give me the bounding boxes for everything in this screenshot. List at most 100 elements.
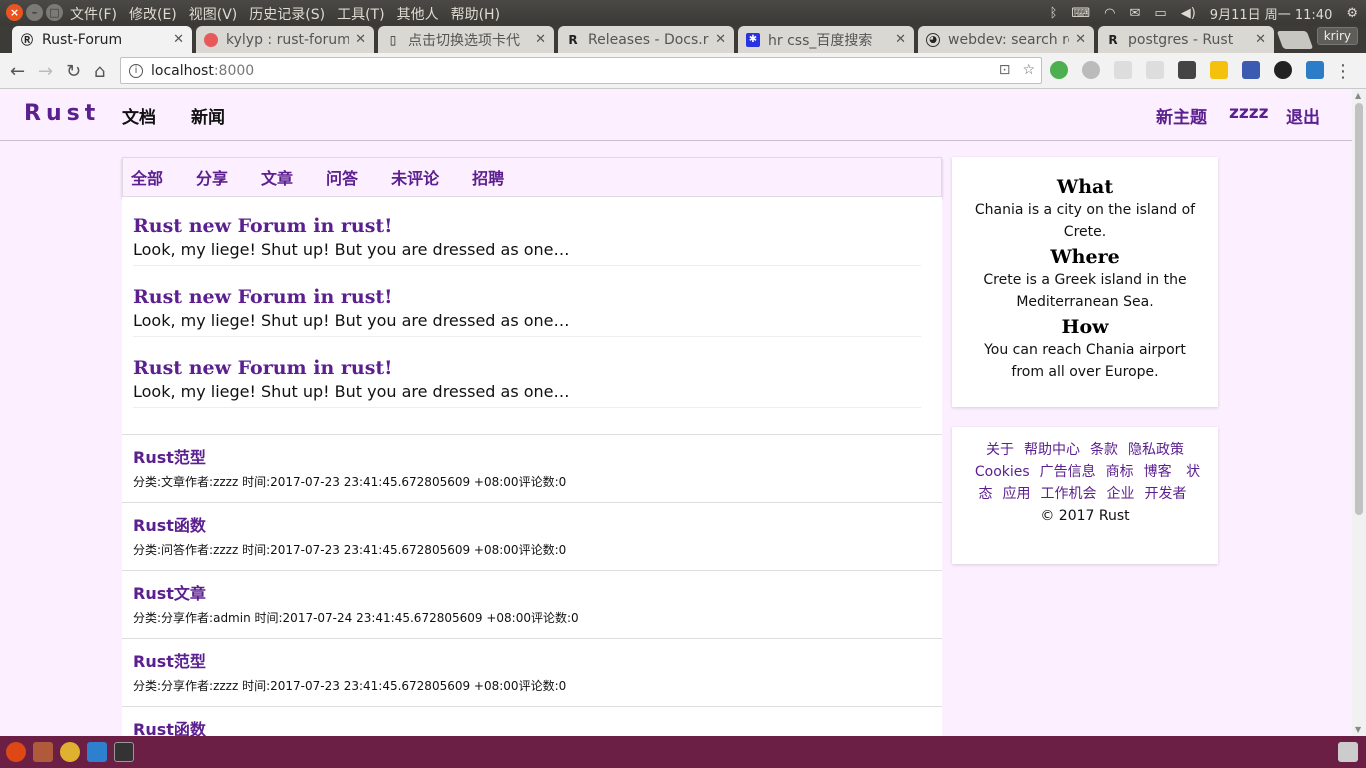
- extension-icon[interactable]: [1306, 61, 1324, 79]
- trash-icon[interactable]: [1338, 742, 1358, 762]
- rust-logo-icon: R: [568, 32, 578, 47]
- close-icon[interactable]: ✕: [173, 32, 184, 47]
- tab-switch-tabs[interactable]: ▯ 点击切换选项卡代 ✕: [378, 26, 554, 53]
- footer-link-blog[interactable]: 博客: [1144, 464, 1172, 480]
- close-icon[interactable]: ✕: [895, 32, 906, 47]
- featured-title[interactable]: Rust new Forum in rust!: [133, 355, 921, 381]
- ubuntu-logo-icon[interactable]: [6, 742, 26, 762]
- logout-link[interactable]: 退出: [1286, 103, 1320, 128]
- post-meta: 分类:分享作者:zzzz 时间:2017-07-23 23:41:45.6728…: [133, 679, 567, 693]
- chrome-icon[interactable]: [60, 742, 80, 762]
- tab-title: Releases - Docs.rs: [588, 31, 710, 48]
- files-icon[interactable]: [33, 742, 53, 762]
- tab-uncommented[interactable]: 未评论: [391, 165, 439, 189]
- new-tab-button[interactable]: [1276, 31, 1314, 49]
- footer-link-privacy[interactable]: 隐私政策: [1128, 442, 1184, 458]
- page-scrollbar[interactable]: ▲ ▼: [1352, 89, 1366, 736]
- scroll-down-icon[interactable]: ▼: [1355, 725, 1361, 734]
- post-title[interactable]: Rust范型: [133, 447, 931, 469]
- menu-file[interactable]: 文件(F): [70, 4, 117, 24]
- menu-edit[interactable]: 修改(E): [129, 4, 177, 24]
- close-icon[interactable]: ✕: [715, 32, 726, 47]
- tab-rust-forum[interactable]: Ⓡ Rust-Forum ✕: [12, 26, 192, 53]
- vscode-icon[interactable]: [87, 742, 107, 762]
- menu-view[interactable]: 视图(V): [189, 4, 238, 24]
- post-title[interactable]: Rust函数: [133, 719, 931, 736]
- terminal-icon[interactable]: [114, 742, 134, 762]
- gear-icon[interactable]: ⚙: [1346, 6, 1358, 21]
- reload-icon[interactable]: ↻: [66, 61, 81, 82]
- site-brand[interactable]: Rust: [24, 101, 100, 126]
- tab-kylyp[interactable]: kylyp : rust-forum ✕: [196, 26, 374, 53]
- menu-people[interactable]: 其他人: [397, 4, 439, 24]
- footer-link-help[interactable]: 帮助中心: [1024, 442, 1080, 458]
- profile-button[interactable]: kriry: [1316, 27, 1358, 45]
- tab-baidu[interactable]: ✱ hr css_百度搜索 ✕: [738, 26, 914, 53]
- mail-icon[interactable]: ✉: [1130, 6, 1141, 21]
- nav-news[interactable]: 新闻: [191, 103, 225, 128]
- footer-link-cookies[interactable]: Cookies: [975, 464, 1030, 480]
- footer-link-business[interactable]: 企业: [1107, 486, 1135, 502]
- keyboard-icon[interactable]: ⌨: [1071, 6, 1090, 21]
- translate-icon[interactable]: ⊡: [999, 62, 1011, 78]
- wifi-icon[interactable]: ◠: [1104, 6, 1115, 21]
- scrollbar-thumb[interactable]: [1355, 103, 1363, 515]
- footer-link-jobs[interactable]: 工作机会: [1041, 486, 1097, 502]
- more-menu-icon[interactable]: ⋮: [1334, 61, 1352, 82]
- extension-icon[interactable]: [1274, 61, 1292, 79]
- post-title[interactable]: Rust文章: [133, 583, 931, 605]
- featured-title[interactable]: Rust new Forum in rust!: [133, 284, 921, 310]
- extension-icon[interactable]: [1178, 61, 1196, 79]
- post-title[interactable]: Rust函数: [133, 515, 931, 537]
- forward-arrow-icon[interactable]: →: [38, 61, 53, 82]
- nav-docs[interactable]: 文档: [122, 103, 156, 128]
- tab-article[interactable]: 文章: [261, 165, 293, 189]
- close-icon[interactable]: ✕: [535, 32, 546, 47]
- tab-docs-rs[interactable]: R Releases - Docs.rs ✕: [558, 26, 734, 53]
- post-item: Rust函数 分类:问答作者:zzzz 时间:2017-07-23 23:41:…: [122, 503, 942, 571]
- tab-all[interactable]: 全部: [131, 165, 163, 189]
- footer-link-apps[interactable]: 应用: [1003, 486, 1031, 502]
- star-icon[interactable]: ☆: [1022, 62, 1035, 78]
- post-title[interactable]: Rust范型: [133, 651, 931, 673]
- footer-link-developers[interactable]: 开发者: [1145, 486, 1187, 502]
- close-window-button[interactable]: ×: [6, 4, 23, 21]
- info-icon[interactable]: i: [129, 63, 143, 78]
- footer-link-ads[interactable]: 广告信息: [1040, 464, 1096, 480]
- menu-history[interactable]: 历史记录(S): [249, 4, 325, 24]
- extension-icon[interactable]: [1146, 61, 1164, 79]
- browser-toolbar: ← → ↻ ⌂ i localhost:8000 ⊡ ☆ ⋮: [0, 53, 1366, 89]
- menu-help[interactable]: 帮助(H): [451, 4, 500, 24]
- tab-share[interactable]: 分享: [196, 165, 228, 189]
- menu-tools[interactable]: 工具(T): [337, 4, 384, 24]
- close-icon[interactable]: ✕: [1075, 32, 1086, 47]
- extension-icon[interactable]: [1082, 61, 1100, 79]
- close-icon[interactable]: ✕: [1255, 32, 1266, 47]
- new-topic-link[interactable]: 新主题: [1156, 103, 1207, 128]
- star-extension-icon[interactable]: [1210, 61, 1228, 79]
- clock[interactable]: 9月11日 周一 11:40: [1210, 4, 1333, 23]
- home-icon[interactable]: ⌂: [94, 61, 105, 82]
- maximize-window-button[interactable]: □: [46, 4, 63, 21]
- volume-icon[interactable]: ◀): [1181, 6, 1196, 21]
- footer-link-trademark[interactable]: 商标: [1106, 464, 1134, 480]
- bluetooth-icon[interactable]: ᛒ: [1050, 6, 1058, 21]
- scroll-up-icon[interactable]: ▲: [1355, 91, 1361, 100]
- extension-icon[interactable]: [1242, 61, 1260, 79]
- footer-link-about[interactable]: 关于: [986, 442, 1014, 458]
- user-link[interactable]: zzzz: [1229, 103, 1269, 123]
- back-arrow-icon[interactable]: ←: [10, 61, 25, 82]
- extension-icon[interactable]: [1114, 61, 1132, 79]
- footer-link-terms[interactable]: 条款: [1090, 442, 1118, 458]
- extension-icon[interactable]: [1050, 61, 1068, 79]
- close-icon[interactable]: ✕: [355, 32, 366, 47]
- tab-qa[interactable]: 问答: [326, 165, 358, 189]
- featured-title[interactable]: Rust new Forum in rust!: [133, 213, 921, 239]
- rust-logo-icon: R: [1108, 32, 1118, 47]
- battery-icon[interactable]: ▭: [1154, 6, 1166, 21]
- tab-reddit[interactable]: ◕ webdev: search re ✕: [918, 26, 1094, 53]
- tab-postgres[interactable]: R postgres - Rust ✕: [1098, 26, 1274, 53]
- tab-jobs[interactable]: 招聘: [472, 165, 504, 189]
- minimize-window-button[interactable]: –: [26, 4, 43, 21]
- address-bar[interactable]: i localhost:8000 ⊡ ☆: [120, 57, 1042, 84]
